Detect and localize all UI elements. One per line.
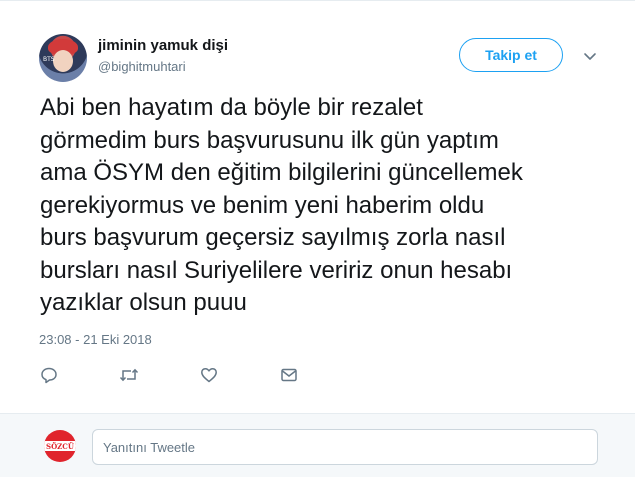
tweet-line: yazıklar olsun puuu xyxy=(40,289,247,316)
tweet-line: bursları nasıl Suriyelilere veririz onun… xyxy=(40,256,513,284)
avatar-face xyxy=(53,50,73,72)
author-handle[interactable]: @bighitmuhtari xyxy=(98,59,186,74)
chevron-down-icon[interactable] xyxy=(582,48,598,64)
reply-icon[interactable] xyxy=(38,364,60,386)
tweet-line: görmedim burs başvurusunu ilk gün yaptım xyxy=(40,126,499,154)
tweet-line: burs başvurum geçersiz sayılmış zorla na… xyxy=(40,224,506,251)
tweet-line: ama ÖSYM den eğitim bilgilerini güncelle… xyxy=(40,159,523,186)
reply-avatar-logo: SÖZCÜ xyxy=(44,441,76,451)
tweet-text: Abi ben hayatım da böyle bir rezalet gör… xyxy=(40,92,620,320)
avatar-tag: BTS xyxy=(43,56,55,63)
reply-input[interactable]: Yanıtını Tweetle xyxy=(92,429,598,465)
author-display-name[interactable]: jiminin yamuk dişi xyxy=(98,37,228,54)
like-icon[interactable] xyxy=(198,364,220,386)
retweet-icon[interactable] xyxy=(118,364,140,386)
tweet-line: gerekiyormus ve benim yeni haberim oldu xyxy=(40,191,485,219)
reply-avatar: SÖZCÜ xyxy=(44,430,76,462)
reply-avatar-logo-text: SÖZCÜ xyxy=(46,441,74,451)
author-avatar[interactable]: BTS xyxy=(39,34,87,82)
tweet-timestamp[interactable]: 23:08 - 21 Eki 2018 xyxy=(39,332,152,347)
top-border xyxy=(0,0,635,1)
message-icon[interactable] xyxy=(278,364,300,386)
tweet-line: Abi ben hayatım da böyle bir rezalet xyxy=(40,94,423,121)
follow-button[interactable]: Takip et xyxy=(459,38,563,72)
